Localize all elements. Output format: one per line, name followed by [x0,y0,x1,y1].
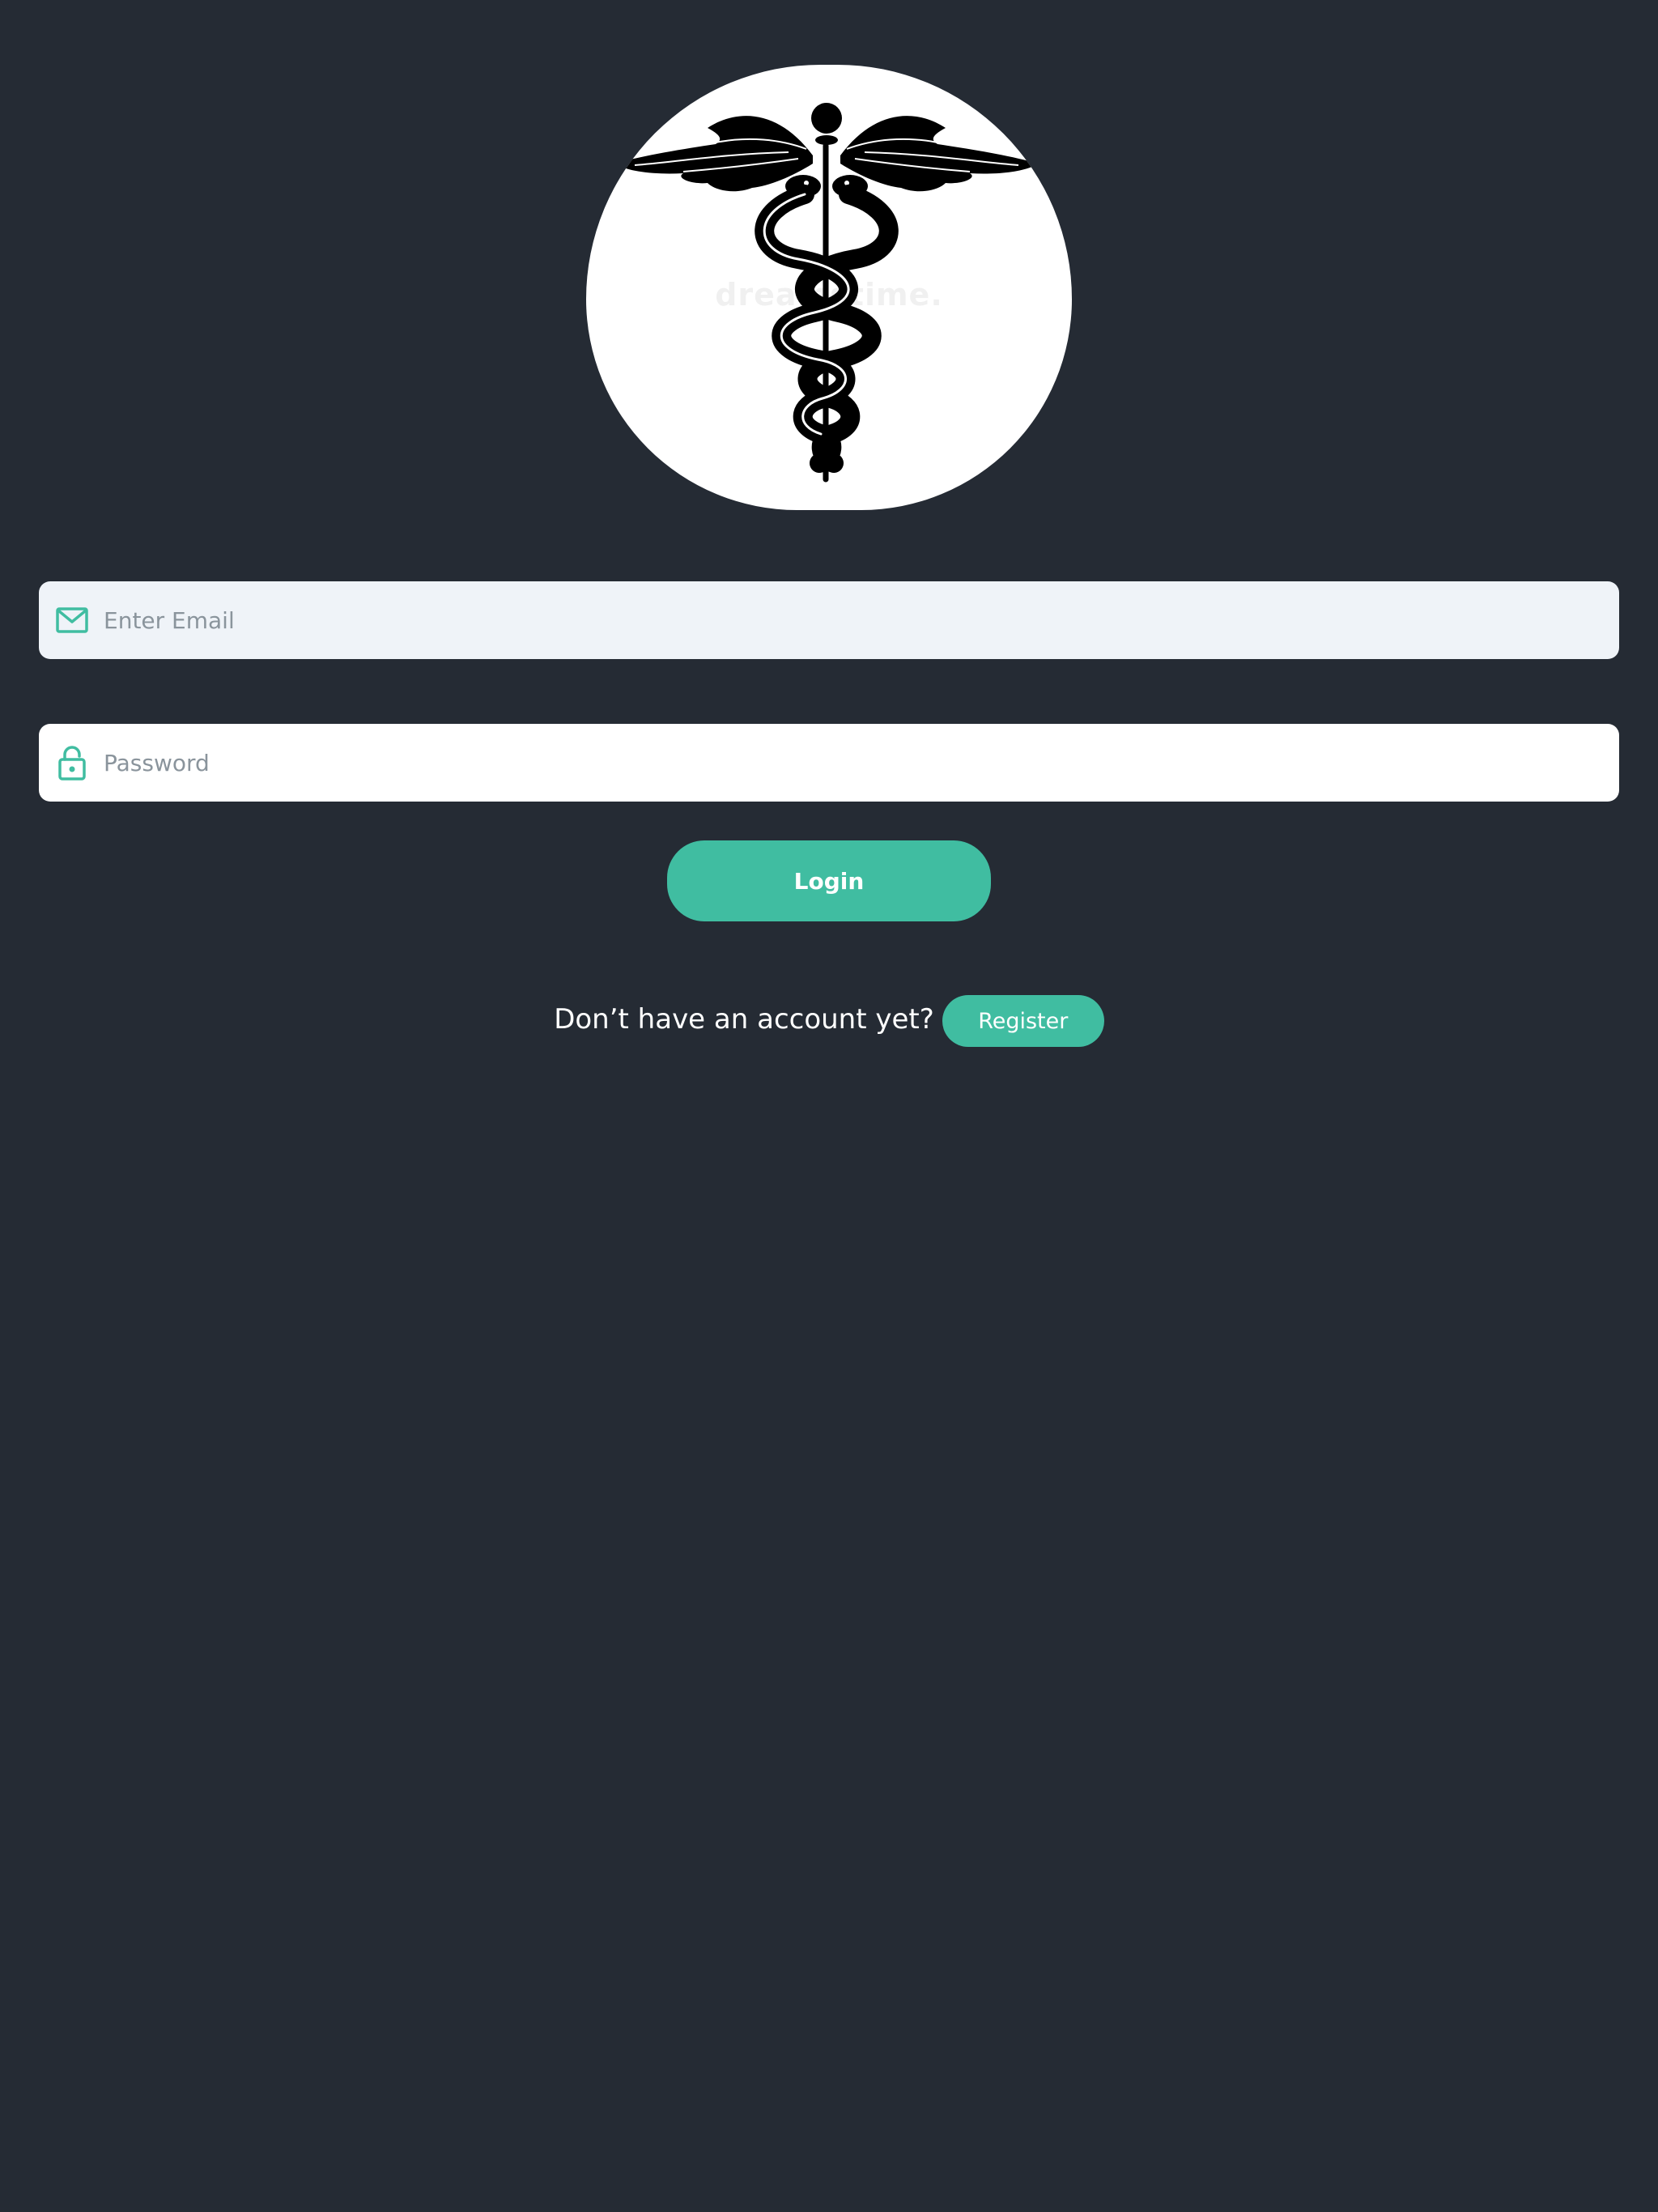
email-field[interactable] [39,581,1619,659]
register-prompt: Don’t have an account yet? [554,1003,934,1036]
register-row: Don’t have an account yet? Register [0,993,1658,1047]
mail-icon [54,602,90,638]
logo-watermark: dreamstime. [715,277,943,313]
lock-icon [54,745,90,781]
password-field[interactable] [39,724,1619,802]
email-input[interactable] [104,588,1619,653]
app-logo: dreamstime. [586,65,1072,510]
register-button[interactable]: Register [942,995,1104,1047]
login-button[interactable]: Login [667,840,991,921]
password-input[interactable] [104,730,1619,795]
